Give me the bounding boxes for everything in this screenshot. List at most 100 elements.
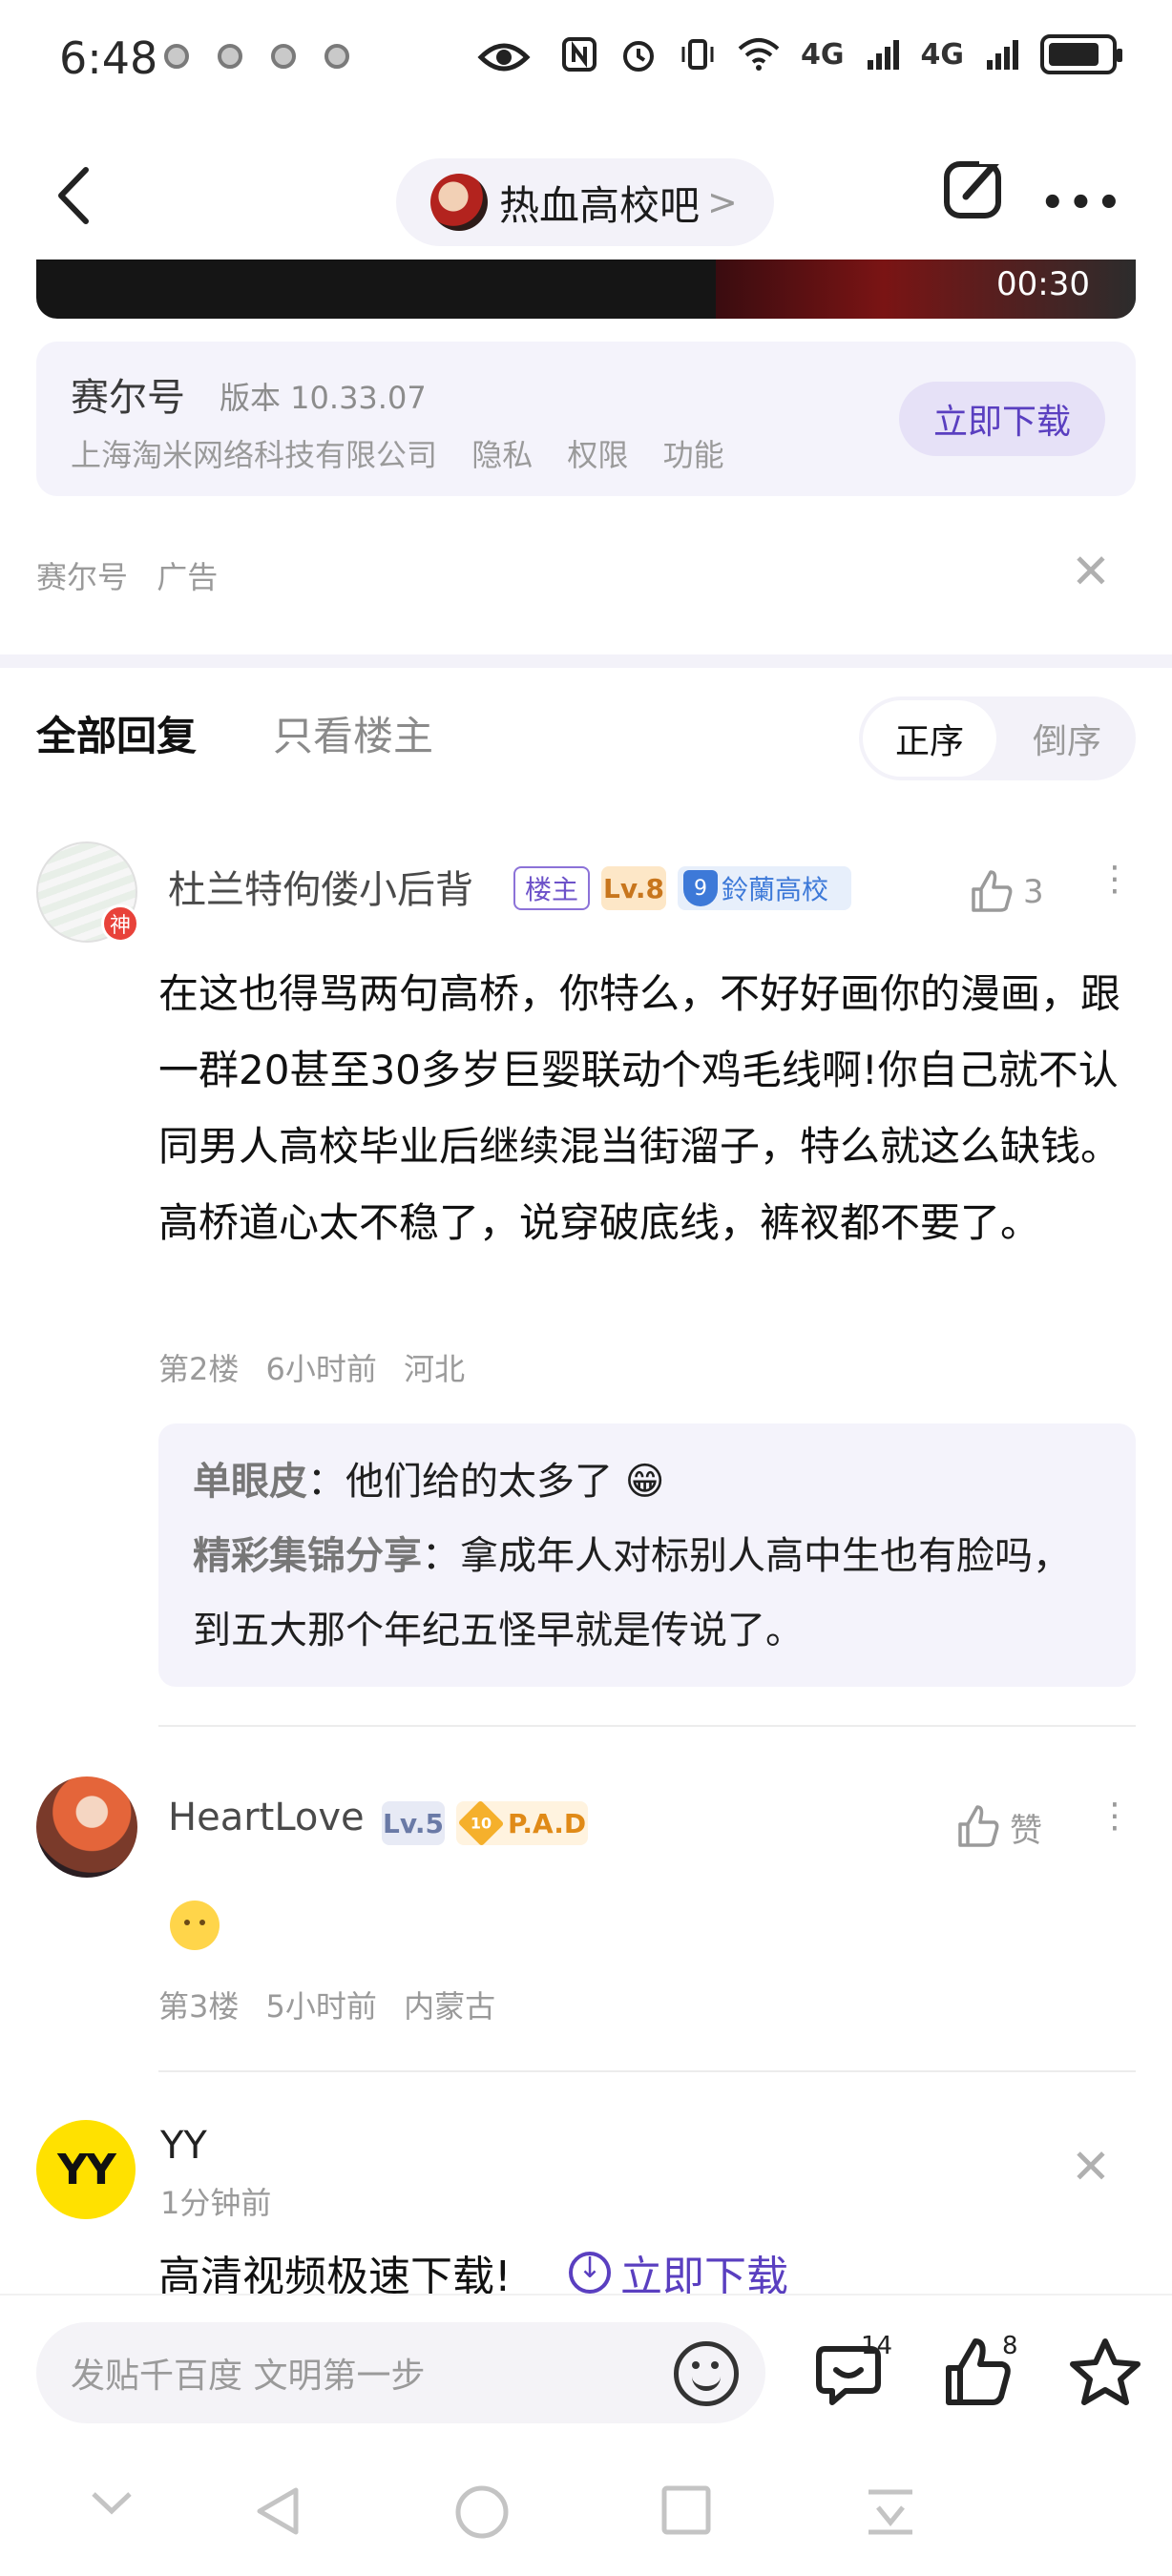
recents-square-icon[interactable] (660, 2484, 712, 2536)
emoji-icon (170, 1901, 220, 1950)
sub-reply: 单眼皮：他们给的太多了 😁 (193, 1460, 665, 1504)
ad-link-privacy[interactable]: 隐私 (471, 437, 533, 473)
like-button[interactable]: 3 (968, 868, 1044, 916)
like-button[interactable]: 赞 (954, 1803, 1042, 1851)
ad-app-version: 版本 10.33.07 (220, 380, 427, 416)
post-floor: 第3楼 (158, 1988, 240, 2025)
ad-developer: 上海淘米网络科技有限公司 (71, 437, 438, 473)
post-meta: 第2楼 6小时前 河北 (158, 1345, 482, 1389)
emoji-icon[interactable] (674, 2341, 739, 2406)
forum-name: 热血高校吧 (499, 181, 701, 229)
post-location: 河北 (404, 1351, 466, 1387)
sub-reply-author[interactable]: 单眼皮 (193, 1460, 307, 1504)
top-nav-bar: 热血高校吧 > ••• (0, 134, 1172, 258)
post-username[interactable]: HeartLove (168, 1796, 365, 1839)
divider (158, 1725, 1136, 1727)
avatar[interactable] (36, 1776, 137, 1878)
nfc-icon (562, 37, 596, 72)
ad-meta: 上海淘米网络科技有限公司 隐私 权限 功能 (71, 431, 749, 475)
sort-descending-button[interactable]: 倒序 (1002, 700, 1132, 777)
club-name: P.A.D (508, 1807, 587, 1839)
forum-avatar (430, 174, 488, 231)
ad-download-button[interactable]: 立即下载 (899, 382, 1105, 456)
close-icon[interactable]: ✕ (1071, 2143, 1111, 2191)
sub-reply-author[interactable]: 精彩集锦分享 (193, 1534, 422, 1578)
level-badge: Lv.8 (601, 866, 666, 910)
status-time: 6:48 (59, 32, 158, 84)
more-options-icon[interactable]: ⋮ (1098, 1799, 1132, 1834)
post-content: 在这也得骂两句高桥，你特么，不好好画你的漫画，跟一群20甚至30多岁巨婴联动个鸡… (158, 970, 1121, 1246)
sort-toggle: 正序 倒序 (859, 696, 1136, 780)
like-label: 赞 (1010, 1811, 1042, 1850)
home-circle-icon[interactable] (454, 2484, 510, 2540)
thumb-up-icon (958, 1805, 999, 1847)
like-count: 3 (1023, 873, 1044, 911)
eye-icon (477, 43, 531, 72)
vibrate-icon (681, 39, 714, 70)
network-type-label: 4G (920, 37, 965, 72)
notification-icon (324, 44, 349, 69)
video-preview[interactable]: 00:30 (36, 260, 1136, 319)
chevron-right-icon: > (707, 181, 738, 223)
battery-icon (1040, 34, 1122, 74)
status-bar: 6:48 4G 4G (0, 0, 1172, 114)
yy-ad-name: YY (160, 2124, 207, 2168)
close-icon[interactable]: ✕ (1071, 548, 1111, 595)
chevron-down-icon[interactable] (88, 2484, 136, 2523)
post-meta: 第3楼 5小时前 内蒙古 (158, 1983, 513, 2026)
signal-icon (867, 40, 899, 70)
collapse-icon[interactable] (865, 2484, 916, 2536)
notification-icon (271, 44, 296, 69)
forum-title-pill[interactable]: 热血高校吧 > (396, 158, 774, 246)
system-icons: 4G 4G (560, 34, 1122, 74)
composer-bar: 发贴千百度 文明第一步 14 8 (0, 2294, 1172, 2446)
back-arrow-icon[interactable] (48, 162, 105, 229)
post-username[interactable]: 杜兰特佝偻小后背 (168, 859, 473, 914)
sub-replies[interactable]: 单眼皮：他们给的太多了 😁 精彩集锦分享：拿成年人对标别人高中生也有脸吗，到五大… (158, 1423, 1136, 1687)
download-icon (569, 2252, 611, 2294)
post-time: 6小时前 (265, 1351, 377, 1387)
network-type-label: 4G (801, 37, 845, 72)
club-level-icon: 10 (457, 1799, 505, 1847)
club-badge: 9 鈴蘭高校 (678, 866, 851, 910)
video-duration: 00:30 (996, 265, 1090, 303)
ad-tag: 广告 (157, 559, 219, 595)
section-divider (0, 654, 1172, 668)
more-icon[interactable]: ••• (1040, 181, 1125, 225)
tab-all-replies[interactable]: 全部回复 (36, 704, 197, 762)
reply-input[interactable]: 发贴千百度 文明第一步 (36, 2322, 765, 2423)
like-count: 8 (1002, 2332, 1018, 2360)
level-badge: Lv.5 (382, 1801, 445, 1845)
signal-icon (987, 40, 1018, 70)
wifi-icon (738, 38, 780, 71)
op-badge: 楼主 (513, 866, 590, 910)
back-triangle-icon[interactable] (252, 2484, 305, 2538)
post-time: 5小时前 (265, 1988, 377, 2025)
edit-icon[interactable] (941, 155, 1008, 221)
god-badge: 神 (101, 904, 139, 943)
sub-reply: 精彩集锦分享：拿成年人对标别人高中生也有脸吗，到五大那个年纪五怪早就是传说了。 (193, 1534, 1071, 1652)
club-level-icon: 9 (683, 870, 718, 906)
club-name: 鈴蘭高校 (722, 874, 829, 905)
divider (158, 2070, 1136, 2072)
sort-ascending-button[interactable]: 正序 (863, 700, 996, 777)
notification-icon (164, 44, 189, 69)
notification-icon (218, 44, 242, 69)
ad-link-permissions[interactable]: 权限 (567, 437, 628, 473)
yy-logo[interactable]: YY (36, 2120, 136, 2219)
thumb-up-icon (972, 870, 1013, 912)
ad-source: 赛尔号 (36, 559, 129, 595)
more-options-icon[interactable]: ⋮ (1098, 862, 1132, 897)
post-floor: 第2楼 (158, 1351, 240, 1387)
app-ad-card[interactable]: 赛尔号 版本 10.33.07 上海淘米网络科技有限公司 隐私 权限 功能 立即… (36, 342, 1136, 496)
yy-ad-time: 1分钟前 (160, 2185, 272, 2221)
ad-link-features[interactable]: 功能 (663, 437, 724, 473)
ad-source-line: 赛尔号 广告 (36, 553, 237, 597)
ad-app-name: 赛尔号 (71, 376, 185, 420)
comment-count: 14 (861, 2332, 893, 2360)
sub-reply-text: 他们给的太多了 😁 (345, 1460, 665, 1504)
tab-op-only[interactable]: 只看楼主 (273, 704, 433, 762)
star-icon[interactable] (1067, 2336, 1143, 2412)
system-navigation-bar (0, 2446, 1172, 2576)
post-location: 内蒙古 (404, 1988, 496, 2025)
